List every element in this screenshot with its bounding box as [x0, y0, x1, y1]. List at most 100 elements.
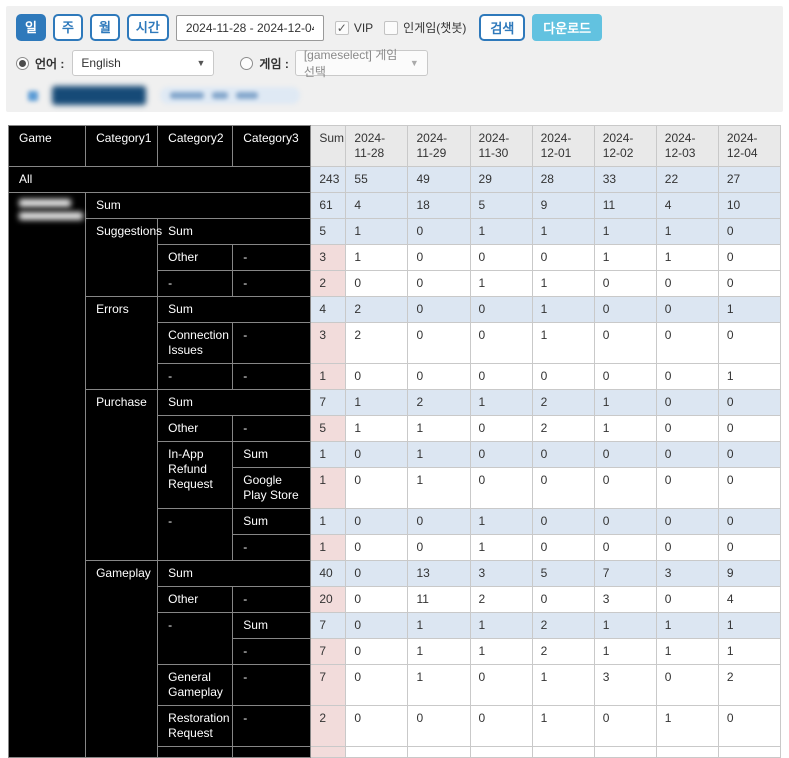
- value-cell: 0: [345, 586, 409, 613]
- value-cell: 0: [469, 322, 533, 364]
- search-button[interactable]: 검색: [479, 14, 526, 41]
- chevron-down-icon: ▼: [409, 58, 419, 68]
- value-cell: 0: [407, 705, 471, 747]
- value-cell: 0: [345, 508, 409, 535]
- value-cell: 0: [469, 441, 533, 468]
- value-cell: 1: [593, 389, 657, 416]
- game-select-value: [gameselect] 게임 선택: [303, 48, 398, 79]
- value-cell: 1: [531, 705, 595, 747]
- period-button-일[interactable]: 일: [16, 14, 46, 41]
- value-cell: 0: [717, 218, 782, 245]
- value-cell: 1: [593, 244, 657, 271]
- report-table: Game Category1 Category2 Category3 Sum 2024-1…: [7, 125, 782, 758]
- filter-row: 언어 : English ▼ 게임 : [gameselect] 게임 선택 ▼: [16, 48, 783, 79]
- download-button[interactable]: 다운로드: [532, 14, 603, 41]
- category-cell: Sum: [232, 508, 312, 535]
- sum-cell: 7: [310, 389, 347, 416]
- category-cell: -: [157, 270, 234, 297]
- value-cell: [655, 746, 719, 758]
- category-cell: -: [232, 415, 312, 442]
- value-cell: 0: [655, 664, 719, 706]
- value-cell: 28: [531, 166, 595, 193]
- value-cell: 0: [717, 415, 782, 442]
- value-cell: 0: [717, 322, 782, 364]
- redacted-button-group[interactable]: [160, 87, 300, 104]
- category-cell: Sum: [157, 389, 312, 416]
- value-cell: 4: [655, 192, 719, 219]
- value-cell: 1: [407, 415, 471, 442]
- table-row: Purchase Sum 7 1 2 1 2 1 0 0: [9, 389, 782, 561]
- value-cell: 1: [593, 612, 657, 639]
- category-cell: -: [157, 363, 234, 390]
- value-cell: 0: [469, 467, 533, 509]
- category-cell: Sum: [232, 441, 312, 468]
- value-cell: 4: [717, 586, 782, 613]
- sum-cell: 2: [310, 270, 347, 297]
- language-radio[interactable]: [16, 56, 29, 70]
- category-cell: -: [232, 534, 312, 561]
- value-cell: 1: [469, 389, 533, 416]
- value-cell: 33: [593, 166, 657, 193]
- value-cell: 0: [717, 270, 782, 297]
- filter-panel: 일주월시간 ✓ VIP 인게임(챗봇) 검색 다운로드 언어 : English…: [6, 6, 783, 112]
- value-cell: 0: [593, 363, 657, 390]
- value-cell: 0: [655, 363, 719, 390]
- value-cell: 1: [407, 441, 471, 468]
- redacted-primary-button[interactable]: [52, 86, 146, 105]
- category-cell: Other: [157, 586, 234, 613]
- period-button-시간[interactable]: 시간: [126, 14, 169, 41]
- value-cell: 1: [345, 389, 409, 416]
- value-cell: 0: [345, 638, 409, 665]
- value-cell: 0: [717, 705, 782, 747]
- category-cell: -: [232, 586, 312, 613]
- sum-cell: 20: [310, 586, 347, 613]
- category-cell: Restoration Request: [157, 705, 234, 747]
- value-cell: 49: [407, 166, 471, 193]
- value-cell: 0: [531, 508, 595, 535]
- sum-cell: 1: [310, 508, 347, 535]
- vip-label: VIP: [353, 20, 374, 35]
- value-cell: 0: [345, 441, 409, 468]
- sum-cell: 3: [310, 244, 347, 271]
- ingame-checkbox[interactable]: [384, 20, 399, 35]
- value-cell: 10: [717, 192, 782, 219]
- language-select[interactable]: English ▼: [72, 50, 215, 76]
- toolbar-row: 일주월시간 ✓ VIP 인게임(챗봇) 검색 다운로드: [16, 14, 783, 41]
- value-cell: 1: [717, 363, 782, 390]
- category-cell: General Gameplay: [157, 664, 234, 706]
- value-cell: 0: [407, 322, 471, 364]
- value-cell: 0: [469, 664, 533, 706]
- value-cell: 1: [717, 638, 782, 665]
- value-cell: 0: [655, 508, 719, 535]
- value-cell: 1: [345, 244, 409, 271]
- game-radio[interactable]: [240, 56, 254, 70]
- value-cell: 0: [717, 441, 782, 468]
- category-cell: Suggestions: [85, 218, 162, 297]
- category-cell: -: [232, 705, 312, 747]
- column-header: Sum: [310, 125, 347, 167]
- value-cell: 1: [407, 664, 471, 706]
- value-cell: 0: [407, 270, 471, 297]
- value-cell: [593, 746, 657, 758]
- value-cell: 0: [593, 296, 657, 323]
- sum-cell: 5: [310, 218, 347, 245]
- date-range-input[interactable]: [175, 14, 324, 41]
- table-row: All 243 55 49 29 28 33 22 27: [7, 166, 782, 193]
- value-cell: 0: [469, 296, 533, 323]
- value-cell: 1: [655, 218, 719, 245]
- vip-checkbox[interactable]: ✓: [334, 20, 349, 35]
- sum-cell: 1: [310, 467, 347, 509]
- sum-cell: 1: [310, 534, 347, 561]
- game-select[interactable]: [gameselect] 게임 선택 ▼: [294, 48, 428, 79]
- period-button-월[interactable]: 월: [89, 14, 120, 41]
- value-cell: [407, 746, 471, 758]
- value-cell: 22: [655, 166, 719, 193]
- period-button-주[interactable]: 주: [52, 14, 83, 41]
- value-cell: 0: [469, 705, 533, 747]
- value-cell: 2: [531, 612, 595, 639]
- value-cell: 1: [407, 638, 471, 665]
- value-cell: 2: [717, 664, 782, 706]
- category-cell: Sum: [157, 218, 312, 245]
- category-cell: -: [232, 270, 312, 297]
- value-cell: 4: [345, 192, 409, 219]
